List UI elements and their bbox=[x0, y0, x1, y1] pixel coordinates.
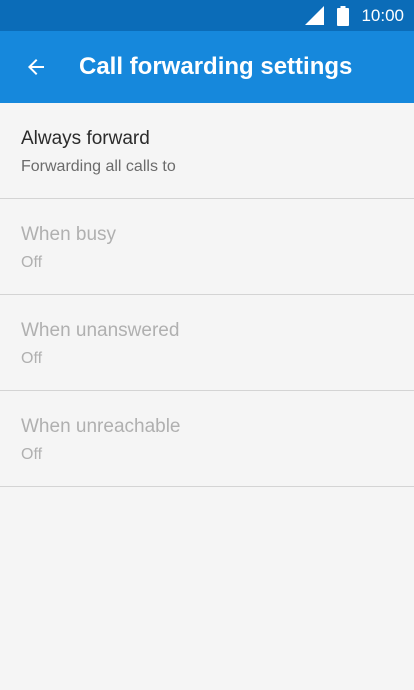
status-bar: 10:00 bbox=[0, 0, 414, 31]
setting-when-unanswered[interactable]: When unanswered Off bbox=[0, 295, 414, 391]
arrow-back-icon bbox=[28, 59, 44, 75]
signal-icon bbox=[305, 6, 325, 25]
setting-when-unreachable[interactable]: When unreachable Off bbox=[0, 391, 414, 487]
settings-list: Always forward Forwarding all calls to W… bbox=[0, 103, 414, 487]
setting-title: When unreachable bbox=[21, 416, 181, 437]
app-bar: Call forwarding settings bbox=[0, 31, 414, 103]
setting-when-busy[interactable]: When busy Off bbox=[0, 199, 414, 295]
setting-title: When busy bbox=[21, 224, 117, 245]
battery-icon bbox=[337, 5, 350, 26]
setting-summary: Forwarding all calls to bbox=[21, 158, 176, 175]
setting-summary: Off bbox=[21, 254, 43, 271]
setting-title: When unanswered bbox=[21, 320, 180, 341]
page-title: Call forwarding settings bbox=[79, 53, 353, 80]
setting-title: Always forward bbox=[21, 128, 150, 149]
setting-always-forward[interactable]: Always forward Forwarding all calls to bbox=[0, 103, 414, 199]
setting-summary: Off bbox=[21, 350, 43, 367]
status-icons: 10:00 bbox=[305, 0, 404, 31]
status-time: 10:00 bbox=[361, 6, 404, 25]
setting-summary: Off bbox=[21, 446, 43, 463]
back-button[interactable] bbox=[12, 43, 60, 91]
